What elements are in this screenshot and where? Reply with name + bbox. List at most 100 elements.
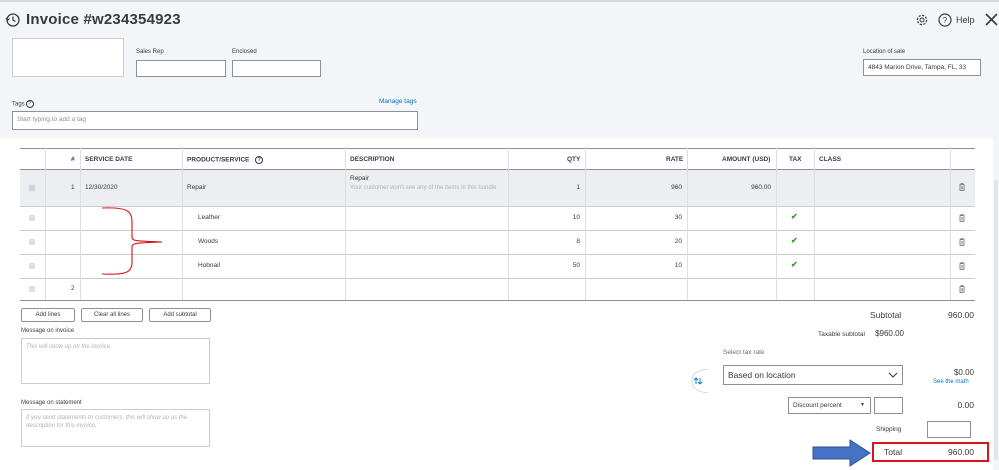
column-header-service-date: SERVICE DATE xyxy=(85,156,132,163)
clear-all-lines-button[interactable]: Clear all lines xyxy=(81,308,143,322)
table-bottom-border xyxy=(20,300,975,301)
message-on-invoice-label: Message on invoice xyxy=(21,328,74,334)
column-divider xyxy=(45,148,46,300)
trash-icon[interactable] xyxy=(959,262,965,270)
recent-history-icon[interactable] xyxy=(5,12,21,28)
enclosed-input[interactable] xyxy=(232,60,321,77)
tax-check-icon[interactable]: ✔ xyxy=(791,212,798,221)
drag-handle-icon[interactable] xyxy=(29,286,35,292)
shipping-input[interactable] xyxy=(927,421,971,438)
enclosed-label: Enclosed xyxy=(232,49,257,55)
invoice-header: Invoice #w234354923 ? Help xyxy=(0,0,999,34)
column-header-product-service: PRODUCT/SERVICE ? xyxy=(187,156,263,164)
column-divider xyxy=(814,148,815,300)
tax-swap-icon[interactable] xyxy=(688,367,712,395)
taxable-subtotal-value: $960.00 xyxy=(864,329,904,338)
column-header-amount: AMOUNT (USD) xyxy=(722,156,770,163)
message-on-statement-textarea[interactable]: If you send statements to customers, thi… xyxy=(21,409,210,447)
column-divider xyxy=(80,148,81,300)
sales-rep-label: Sales Rep xyxy=(136,49,164,55)
select-tax-rate-label: Select tax rate xyxy=(723,349,765,356)
tax-rate-selected-value: Based on location xyxy=(728,370,796,380)
column-divider xyxy=(182,148,183,300)
see-the-math-link[interactable]: See the math xyxy=(933,379,969,385)
row-divider xyxy=(20,278,975,279)
column-divider xyxy=(508,148,509,300)
qty-cell[interactable]: 10 xyxy=(540,214,580,221)
tax-amount-value: $0.00 xyxy=(930,368,974,377)
drag-handle-icon[interactable] xyxy=(29,263,35,269)
taxable-subtotal-label: Taxable subtotal xyxy=(818,331,865,338)
row-number: 2 xyxy=(71,285,75,292)
svg-text:?: ? xyxy=(943,16,948,25)
row-number: 1 xyxy=(71,184,75,191)
qty-cell[interactable]: 1 xyxy=(540,184,580,191)
annotation-arrow xyxy=(812,439,872,467)
service-date-cell[interactable]: 12/30/2020 xyxy=(85,184,118,191)
logo-placeholder[interactable] xyxy=(12,38,124,77)
trash-icon[interactable] xyxy=(959,238,965,246)
tags-label: Tags? xyxy=(12,100,34,108)
rate-cell[interactable]: 30 xyxy=(640,214,682,221)
scrollbar-thumb[interactable] xyxy=(994,180,998,460)
rate-cell[interactable]: 10 xyxy=(640,262,682,269)
tax-rate-select[interactable]: Based on location xyxy=(723,365,903,385)
column-divider xyxy=(345,148,346,300)
question-icon[interactable]: ? xyxy=(255,156,263,164)
subtotal-label: Subtotal xyxy=(870,310,901,320)
bundle-note: Your customer won't see any of the items… xyxy=(350,184,500,192)
amount-cell: 960.00 xyxy=(720,184,771,191)
add-subtotal-button[interactable]: Add subtotal xyxy=(149,308,211,322)
column-divider xyxy=(687,148,688,300)
trash-icon[interactable] xyxy=(959,214,965,222)
discount-type-select[interactable]: Discount percent ▼ xyxy=(788,397,871,414)
trash-icon[interactable] xyxy=(959,183,965,191)
sales-rep-input[interactable] xyxy=(136,60,226,77)
drag-handle-icon[interactable] xyxy=(29,239,35,245)
location-of-sale-input[interactable]: 4843 Marion Drive, Tampa, FL, 33 xyxy=(863,59,981,76)
qty-cell[interactable]: 8 xyxy=(540,238,580,245)
chevron-down-icon xyxy=(888,371,898,379)
close-icon[interactable] xyxy=(984,12,999,27)
column-divider xyxy=(585,148,586,300)
column-header-tax: TAX xyxy=(789,156,802,163)
tax-check-icon[interactable]: ✔ xyxy=(791,260,798,269)
rate-cell[interactable]: 960 xyxy=(640,184,682,191)
tags-label-text: Tags xyxy=(12,102,25,108)
rate-cell[interactable]: 20 xyxy=(640,238,682,245)
trash-icon[interactable] xyxy=(959,285,965,293)
location-of-sale-label: Location of sale xyxy=(863,49,905,55)
drag-handle-icon[interactable] xyxy=(29,215,35,221)
column-divider xyxy=(776,148,777,300)
page-title: Invoice #w234354923 xyxy=(26,11,181,28)
product-service-header-text: PRODUCT/SERVICE xyxy=(187,157,249,164)
qty-cell[interactable]: 50 xyxy=(540,262,580,269)
product-cell[interactable]: Woods xyxy=(198,238,218,245)
shipping-label: Shipping xyxy=(876,426,901,433)
product-cell[interactable]: Repair xyxy=(187,184,206,191)
drag-handle-icon[interactable] xyxy=(29,185,35,191)
manage-tags-link[interactable]: Manage tags xyxy=(379,98,417,105)
tags-input[interactable]: Start typing to add a tag xyxy=(12,111,418,130)
annotation-bracket xyxy=(100,205,170,277)
column-header-rate: RATE xyxy=(666,156,683,163)
question-icon[interactable]: ? xyxy=(26,100,34,108)
gear-icon[interactable] xyxy=(915,13,929,27)
total-label: Total xyxy=(884,447,902,457)
column-header-number: # xyxy=(71,156,75,163)
column-header-qty: QTY xyxy=(567,156,580,163)
discount-value-input[interactable] xyxy=(874,397,903,414)
table-header-border xyxy=(20,169,975,170)
add-lines-button[interactable]: Add lines xyxy=(21,308,75,322)
discount-type-value: Discount percent xyxy=(793,402,842,409)
discount-amount-value: 0.00 xyxy=(930,400,974,410)
product-cell[interactable]: Leather xyxy=(198,214,220,221)
help-link[interactable]: Help xyxy=(956,15,975,25)
column-header-description: DESCRIPTION xyxy=(350,156,394,163)
help-icon[interactable]: ? xyxy=(938,13,952,27)
description-cell[interactable]: Repair xyxy=(350,175,369,182)
message-on-statement-label: Message on statement xyxy=(21,400,82,406)
tax-check-icon[interactable]: ✔ xyxy=(791,236,798,245)
message-on-invoice-textarea[interactable]: This will show up on the invoice. xyxy=(21,338,210,384)
product-cell[interactable]: Hobnail xyxy=(198,262,220,269)
